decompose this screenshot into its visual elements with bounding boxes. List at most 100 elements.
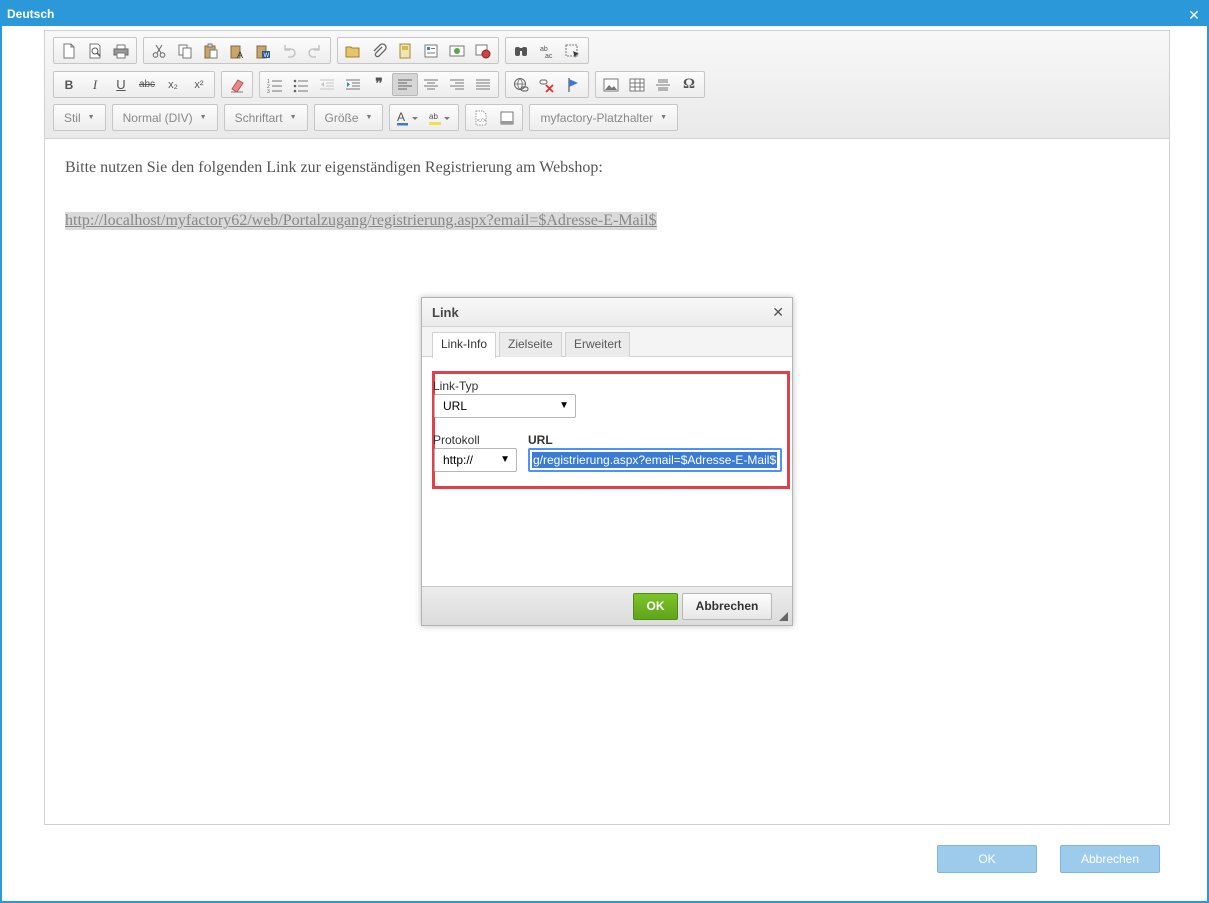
horizontal-rule-icon[interactable] [650, 73, 676, 96]
flash-icon[interactable] [470, 39, 496, 62]
bulleted-list-icon[interactable] [288, 73, 314, 96]
image-icon[interactable] [598, 73, 624, 96]
svg-text:3: 3 [267, 89, 270, 93]
placeholder-combo[interactable]: myfactory-Platzhalter ▼ [529, 104, 679, 131]
underline-icon[interactable]: U [108, 73, 134, 96]
svg-text:ac: ac [545, 53, 553, 59]
cancel-button[interactable]: Abbrechen [1060, 845, 1160, 873]
new-page-icon[interactable] [56, 39, 82, 62]
chevron-down-icon: ▼ [289, 114, 297, 121]
link-type-select[interactable]: URL ▼ [434, 394, 576, 418]
select-all-icon[interactable] [560, 39, 586, 62]
align-right-icon[interactable] [444, 73, 470, 96]
bold-icon[interactable]: B [56, 73, 82, 96]
link-dialog: Link ✕ Link-Info Zielseite Erweitert Lin… [421, 297, 793, 626]
source-code-icon[interactable]: </> [468, 106, 494, 129]
tab-erweitert[interactable]: Erweitert [565, 332, 631, 357]
tab-zielseite[interactable]: Zielseite [499, 332, 562, 357]
numbered-list-icon[interactable]: 123 [262, 73, 288, 96]
undo-icon[interactable] [276, 39, 302, 62]
open-folder-icon[interactable] [340, 39, 366, 62]
background-color-icon[interactable]: ab [424, 106, 456, 129]
bold-glyph: B [64, 77, 74, 92]
unlink-icon[interactable] [534, 73, 560, 96]
editor-toolbar: A W ab ac B I U abc x₂ x² 1 2 3 ❞ Ω Stil… [45, 31, 1169, 139]
link-cancel-button[interactable]: Abbrechen [682, 593, 772, 620]
italic-glyph: I [92, 76, 98, 92]
svg-text:A: A [237, 50, 243, 59]
special-char-icon[interactable]: Ω [676, 73, 702, 96]
outdent-icon[interactable] [314, 73, 340, 96]
toolbar-group-paragraph: 123 ❞ [259, 71, 499, 98]
svg-text:ab: ab [429, 112, 438, 121]
paste-word-icon[interactable]: W [250, 39, 276, 62]
link-type-value: URL [443, 399, 468, 413]
text-color-icon[interactable]: A [392, 106, 424, 129]
print-icon[interactable] [108, 39, 134, 62]
special-char-glyph: Ω [682, 76, 695, 92]
svg-text:ab: ab [540, 46, 548, 53]
chevron-down-icon: ▼ [199, 114, 207, 121]
resize-handle-icon[interactable] [779, 612, 788, 621]
align-justify-icon[interactable] [470, 73, 496, 96]
size-combo-label: Größe [324, 110, 359, 125]
paste-icon[interactable] [198, 39, 224, 62]
toolbar-group-cleanup [221, 71, 253, 98]
preview-icon[interactable] [82, 39, 108, 62]
remove-format-icon[interactable] [224, 73, 250, 96]
dialog-window: Deutsch ✕ A W ab ac B I U abc x₂ x² 1 2 … [0, 0, 1209, 903]
maximize-icon[interactable] [494, 106, 520, 129]
tab-link-info[interactable]: Link-Info [432, 332, 497, 358]
underline-glyph: U [116, 77, 126, 92]
replace-icon[interactable]: ab ac [534, 39, 560, 62]
subscript-icon[interactable]: x₂ [160, 73, 186, 96]
find-icon[interactable] [508, 39, 534, 62]
placeholder-combo-label: myfactory-Platzhalter [540, 110, 654, 125]
anchor-flag-icon[interactable] [560, 73, 586, 96]
cut-icon[interactable] [146, 39, 172, 62]
link-dialog-footer: OK Abbrechen [422, 586, 792, 625]
chevron-down-icon: ▼ [500, 454, 510, 465]
style-combo-label: Stil [64, 110, 81, 125]
blockquote-glyph: ❞ [375, 77, 383, 92]
close-icon[interactable]: ✕ [772, 305, 784, 319]
redo-icon[interactable] [302, 39, 328, 62]
url-input[interactable]: g/registrierung.aspx?email=$Adresse-E-Ma… [528, 448, 782, 472]
svg-text:A: A [397, 110, 405, 124]
blockquote-icon[interactable]: ❞ [366, 73, 392, 96]
editor-link[interactable]: http://localhost/myfactory62/web/Portalz… [65, 212, 657, 230]
format-combo[interactable]: Normal (DIV) ▼ [111, 104, 218, 131]
superscript-icon[interactable]: x² [186, 73, 212, 96]
editor-paragraph[interactable]: Bitte nutzen Sie den folgenden Link zur … [65, 159, 603, 177]
template-icon[interactable] [392, 39, 418, 62]
link-ok-button[interactable]: OK [633, 593, 678, 620]
paste-text-icon[interactable]: A [224, 39, 250, 62]
strike-glyph: abc [138, 79, 156, 90]
protocol-select[interactable]: http:// ▼ [434, 448, 517, 472]
chevron-down-icon: ▼ [365, 114, 373, 121]
toolbar-group-document [53, 37, 137, 64]
strikethrough-icon[interactable]: abc [134, 73, 160, 96]
align-left-icon[interactable] [392, 73, 418, 96]
link-dialog-titlebar: Link ✕ [422, 298, 792, 327]
superscript-glyph: x² [194, 78, 204, 91]
align-center-icon[interactable] [418, 73, 444, 96]
style-combo[interactable]: Stil ▼ [53, 104, 106, 131]
indent-icon[interactable] [340, 73, 366, 96]
table-icon[interactable] [624, 73, 650, 96]
link-icon[interactable] [508, 73, 534, 96]
form-icon[interactable] [418, 39, 444, 62]
copy-icon[interactable] [172, 39, 198, 62]
toolbar-group-tools: </> [465, 104, 524, 131]
toolbar-group-links [505, 71, 589, 98]
toolbar-group-insert [337, 37, 499, 64]
toolbar-group-find: ab ac [505, 37, 589, 64]
font-combo[interactable]: Schriftart ▼ [223, 104, 308, 131]
size-combo[interactable]: Größe ▼ [313, 104, 384, 131]
toolbar-group-objects: Ω [595, 71, 705, 98]
ok-button[interactable]: OK [937, 845, 1037, 873]
italic-icon[interactable]: I [82, 73, 108, 96]
close-icon[interactable]: ✕ [1187, 2, 1201, 26]
image-button-icon[interactable] [444, 39, 470, 62]
attachment-icon[interactable] [366, 39, 392, 62]
